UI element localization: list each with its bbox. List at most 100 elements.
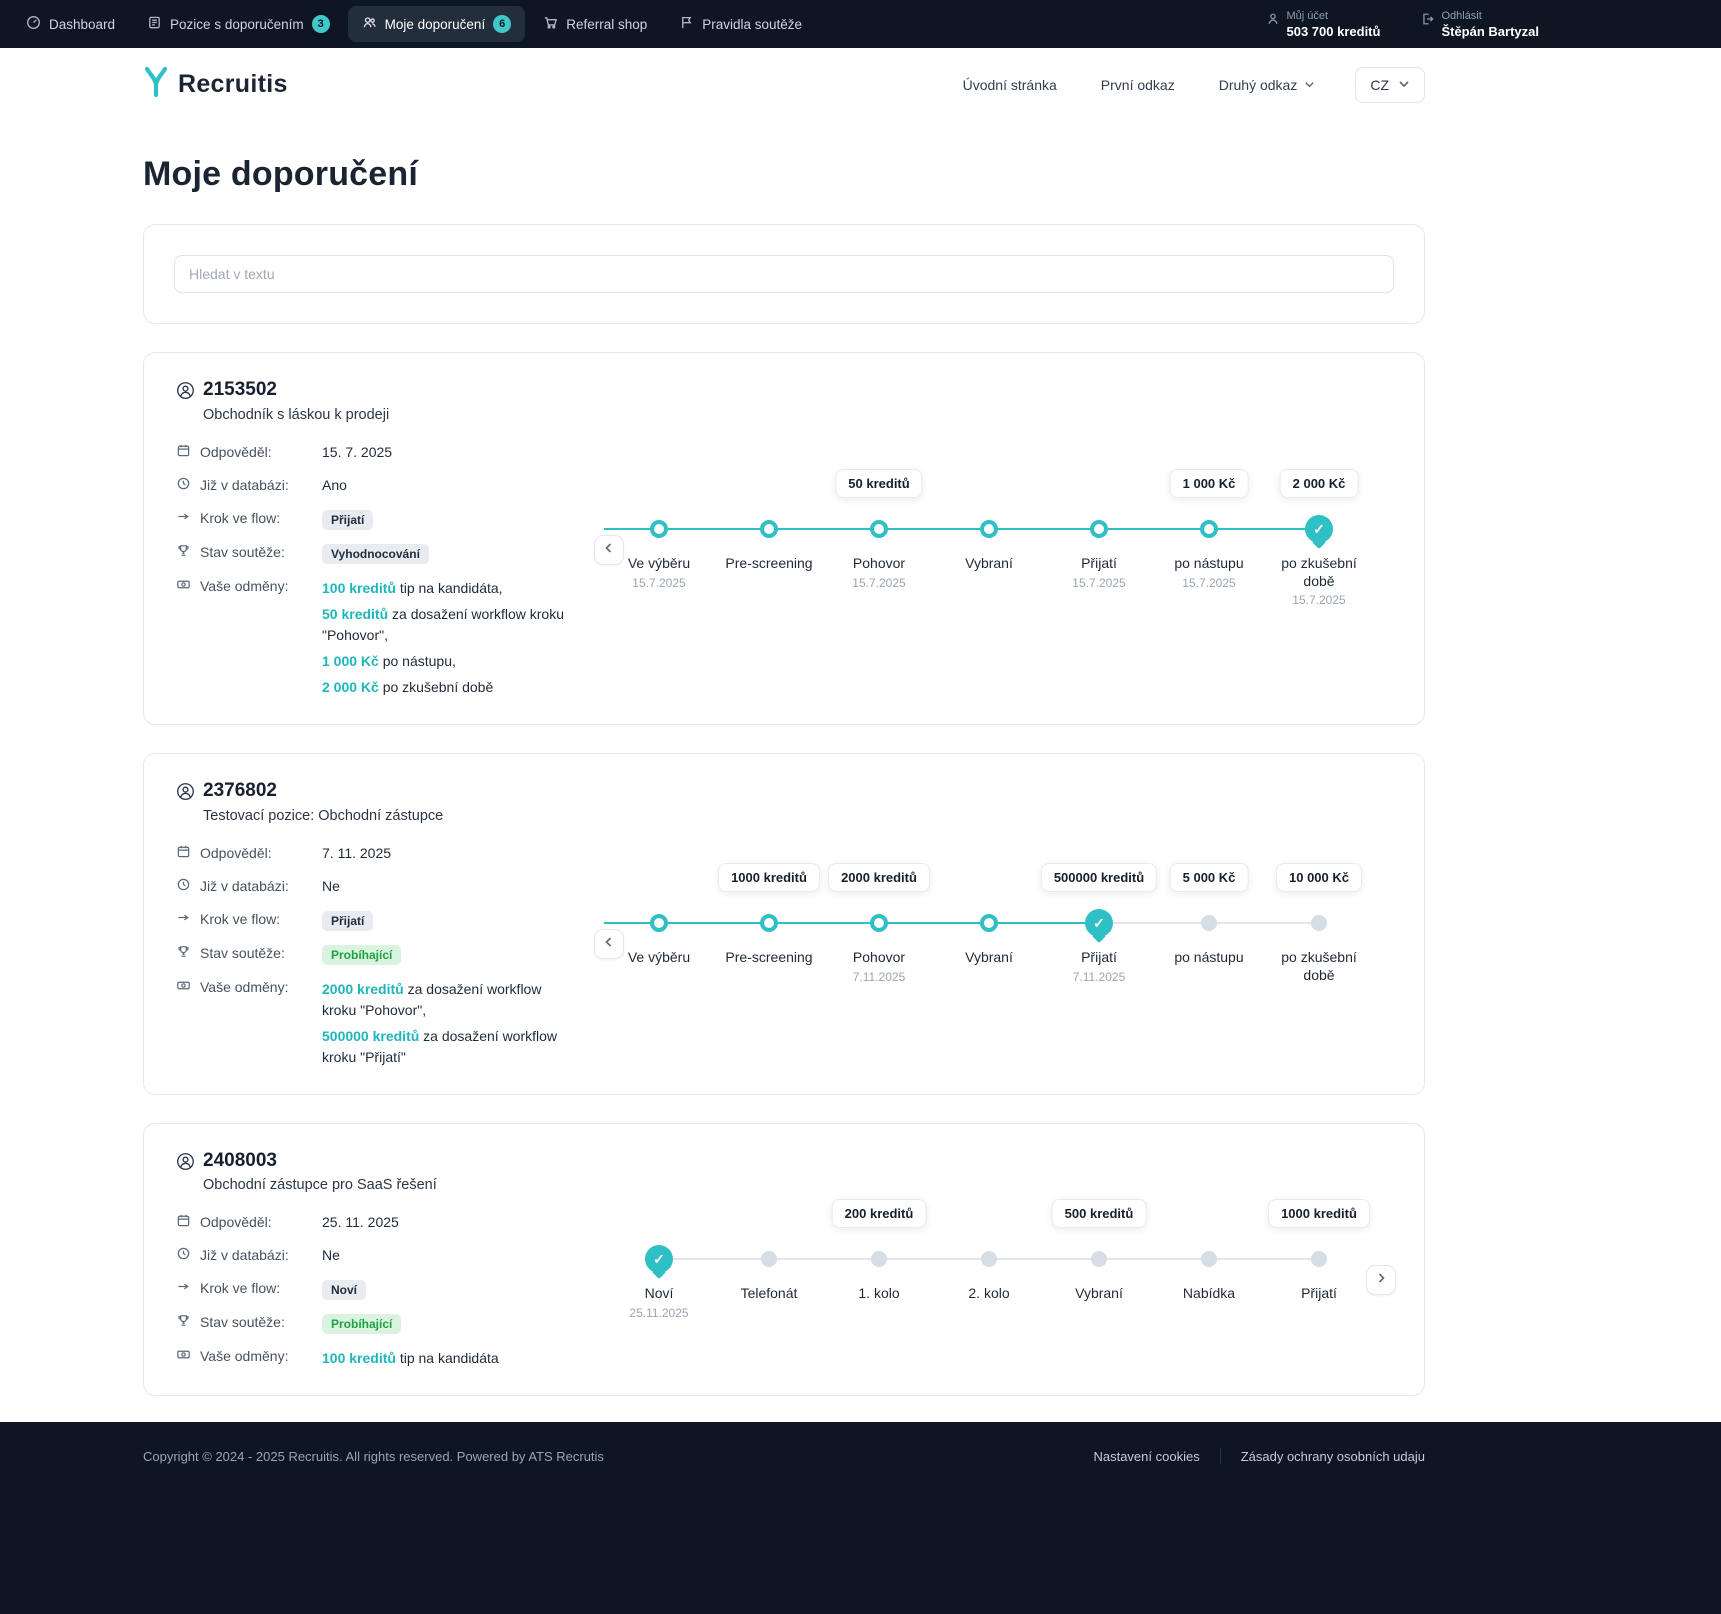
page-title: Moje doporučení [143, 155, 1425, 194]
timeline-step: Vybraní [934, 863, 1044, 984]
contest-status-badge: Vyhodnocování [322, 544, 429, 564]
reward-tooltip: 2000 kreditů [828, 863, 930, 892]
reward-tooltip: 500 kreditů [1052, 1199, 1147, 1228]
cart-icon [543, 15, 558, 33]
timeline-step: 2. kolo [934, 1199, 1044, 1320]
logout-label: Odhlásit [1441, 10, 1539, 22]
trophy-icon [176, 543, 200, 563]
step-node-done [760, 914, 778, 932]
user-circle-icon [176, 379, 195, 405]
step-node-future [981, 1251, 997, 1267]
calendar-icon [176, 443, 200, 463]
flow-step-badge: Noví [322, 1280, 366, 1300]
referral-card: 2408003 Obchodní zástupce pro SaaS řešen… [143, 1123, 1425, 1397]
timeline-step: 5 000 Kčpo nástupu [1154, 863, 1264, 984]
step-node-future [1311, 915, 1327, 931]
copyright-text: Copyright © 2024 - 2025 Recruitis. All r… [143, 1449, 604, 1464]
step-node-done [650, 520, 668, 538]
timeline-step: 1000 kreditůPre-screening [714, 863, 824, 984]
timeline-step: 500 kreditůVybraní [1044, 1199, 1154, 1320]
reward-tooltip: 500000 kreditů [1041, 863, 1157, 892]
nav-item-referral-shop[interactable]: Referral shop [529, 6, 661, 42]
timeline-step: 200 kreditů1. kolo [824, 1199, 934, 1320]
timeline-step: 2000 kreditůPohovor7.11.2025 [824, 863, 934, 984]
site-header: Recruitis Úvodní stránka První odkaz Dru… [143, 66, 1425, 103]
timeline-step: Vybraní [934, 469, 1044, 607]
trophy-icon [176, 1313, 200, 1333]
nav-item-dashboard[interactable]: Dashboard [12, 6, 129, 42]
trophy-icon [176, 944, 200, 964]
step-node-future [1201, 1251, 1217, 1267]
account-label: Můj účet [1287, 10, 1381, 22]
step-node-done [980, 914, 998, 932]
reward-tooltip: 200 kreditů [832, 1199, 927, 1228]
step-node-future [871, 1251, 887, 1267]
position-id: 2153502 [203, 379, 389, 402]
list-icon [147, 15, 162, 33]
timeline-step: ✓Noví25.11.2025 [604, 1199, 714, 1320]
nav-item-moje-doporuceni[interactable]: Moje doporučení 6 [348, 6, 526, 42]
history-icon [176, 877, 200, 897]
chevron-down-icon [1398, 77, 1410, 93]
navbar-account-area: Můj účet 503 700 kreditů Odhlásit Štěpán… [1266, 10, 1721, 39]
reward-tooltip: 10 000 Kč [1276, 863, 1362, 892]
reward-tooltip: 1000 kreditů [718, 863, 820, 892]
answered-date: 7. 11. 2025 [322, 844, 576, 861]
position-title: Obchodní zástupce pro SaaS řešení [203, 1177, 437, 1193]
step-node-done [1090, 520, 1108, 538]
footer-divider [1220, 1448, 1221, 1464]
flag-icon [679, 15, 694, 33]
header-link-prvni[interactable]: První odkaz [1101, 77, 1175, 93]
timeline-step: 1000 kreditůPřijatí [1264, 1199, 1374, 1320]
reward-tooltip: 1000 kreditů [1268, 1199, 1370, 1228]
timeline-next-button[interactable] [1366, 1265, 1396, 1295]
footer: Copyright © 2024 - 2025 Recruitis. All r… [0, 1422, 1721, 1614]
step-node-done [650, 914, 668, 932]
gauge-icon [26, 15, 41, 33]
flow-step-badge: Přijatí [322, 911, 373, 931]
nav-item-pravidla[interactable]: Pravidla soutěže [665, 6, 816, 42]
timeline-step: 10 000 Kčpo zkušební době [1264, 863, 1374, 984]
referral-card: 2376802 Testovací pozice: Obchodní zástu… [143, 753, 1425, 1095]
chevron-down-icon [1304, 77, 1315, 93]
footer-link-cookies[interactable]: Nastavení cookies [1093, 1449, 1199, 1464]
position-title: Testovací pozice: Obchodní zástupce [203, 808, 443, 824]
logo[interactable]: Recruitis [143, 66, 288, 103]
account-credits[interactable]: Můj účet 503 700 kreditů [1266, 10, 1381, 39]
footer-link-privacy[interactable]: Zásady ochrany osobních udaju [1241, 1449, 1425, 1464]
timeline-step: Pre-screening [714, 469, 824, 607]
workflow-timeline: Ve výběru15.7.2025 Pre-screening 50 kred… [604, 469, 1382, 607]
workflow-timeline: ✓Noví25.11.2025 Telefonát 200 kreditů1. … [604, 1199, 1382, 1320]
timeline-prev-button[interactable] [594, 535, 624, 565]
timeline-prev-button[interactable] [594, 929, 624, 959]
timeline-step: 1 000 Kčpo nástupu15.7.2025 [1154, 469, 1264, 607]
header-link-uvodni[interactable]: Úvodní stránka [963, 77, 1057, 93]
user-name: Štěpán Bartyzal [1441, 24, 1539, 39]
arrow-right-icon [176, 1279, 200, 1299]
chevron-left-icon [603, 541, 615, 559]
position-title: Obchodník s láskou k prodeji [203, 407, 389, 423]
credits-value: 503 700 kreditů [1287, 24, 1381, 39]
timeline-step: 500000 kreditů✓Přijatí7.11.2025 [1044, 863, 1154, 984]
reward-tooltip: 2 000 Kč [1280, 469, 1359, 498]
answered-date: 25. 11. 2025 [322, 1213, 576, 1230]
reward-tooltip: 50 kreditů [835, 469, 922, 498]
step-node-done [870, 914, 888, 932]
rewards-list: 100 kreditů tip na kandidáta, 50 kreditů… [322, 577, 576, 698]
step-node-current: ✓ [1305, 515, 1333, 543]
banknote-icon [176, 978, 200, 998]
user-circle-icon [176, 1150, 195, 1176]
timeline-step: Nabídka [1154, 1199, 1264, 1320]
timeline-step: Přijatí15.7.2025 [1044, 469, 1154, 607]
history-icon [176, 1246, 200, 1266]
language-selector[interactable]: CZ [1355, 67, 1425, 103]
logout-block[interactable]: Odhlásit Štěpán Bartyzal [1420, 10, 1539, 39]
arrow-right-icon [176, 509, 200, 529]
rewards-list: 100 kreditů tip na kandidáta [322, 1347, 576, 1369]
header-link-druhy[interactable]: Druhý odkaz [1219, 77, 1316, 93]
step-node-done [980, 520, 998, 538]
nav-item-pozice[interactable]: Pozice s doporučením 3 [133, 6, 344, 42]
search-input[interactable] [174, 255, 1394, 293]
step-node-future [761, 1251, 777, 1267]
step-node-current: ✓ [1085, 909, 1113, 937]
